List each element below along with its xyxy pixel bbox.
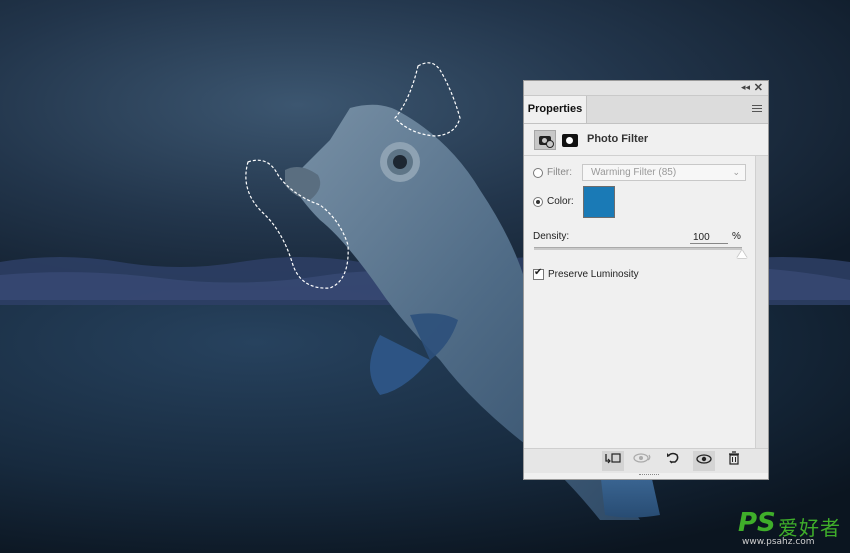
layer-mask-icon[interactable] — [562, 134, 578, 147]
panel-titlebar[interactable]: ◂◂ ✕ — [524, 81, 768, 96]
reset-icon[interactable] — [662, 451, 684, 471]
clip-to-layer-icon[interactable] — [602, 451, 624, 471]
watermark-url: www.psahz.com — [742, 537, 815, 547]
watermark-brand: PS — [738, 508, 776, 538]
filter-dropdown[interactable]: Warming Filter (85) ⌄ — [582, 164, 746, 181]
filter-label: Filter: — [547, 167, 572, 178]
adjustment-header: Photo Filter — [524, 123, 768, 156]
color-swatch[interactable] — [583, 186, 615, 218]
filter-radio[interactable] — [533, 168, 543, 178]
trash-icon[interactable] — [723, 451, 745, 471]
filter-dropdown-value: Warming Filter (85) — [591, 167, 677, 178]
adjustment-title: Photo Filter — [587, 133, 649, 145]
watermark: PS 爱好者 www.psahz.com — [738, 508, 840, 547]
panel-scrollbar[interactable] — [755, 156, 768, 448]
preserve-luminosity-checkbox[interactable] — [533, 267, 544, 280]
chevron-down-icon: ⌄ — [732, 167, 740, 177]
density-slider[interactable] — [534, 247, 742, 250]
view-previous-state-icon[interactable] — [632, 451, 654, 471]
panel-bottom-bar — [524, 448, 768, 473]
close-panel-icon[interactable]: ✕ — [754, 81, 763, 94]
properties-body: Filter: Warming Filter (85) ⌄ Color: Den… — [524, 156, 756, 446]
density-unit: % — [732, 231, 741, 242]
tab-properties[interactable]: Properties — [524, 96, 587, 123]
camera-adjustment-icon[interactable] — [534, 130, 556, 150]
panel-menu-icon[interactable] — [752, 105, 762, 114]
panel-tab-row: Properties — [524, 96, 768, 124]
properties-panel: ◂◂ ✕ Properties Photo Filter Filter: War… — [523, 80, 769, 480]
density-input[interactable]: 100 — [690, 231, 728, 244]
visibility-eye-icon[interactable] — [693, 451, 715, 471]
density-label: Density: — [533, 231, 570, 242]
color-label: Color: — [547, 196, 574, 207]
density-slider-thumb[interactable] — [737, 250, 747, 258]
panel-resize-grip[interactable] — [639, 474, 659, 478]
preserve-luminosity-label: Preserve Luminosity — [548, 269, 639, 280]
collapse-panel-icon[interactable]: ◂◂ — [741, 82, 750, 93]
color-radio[interactable] — [533, 197, 543, 207]
